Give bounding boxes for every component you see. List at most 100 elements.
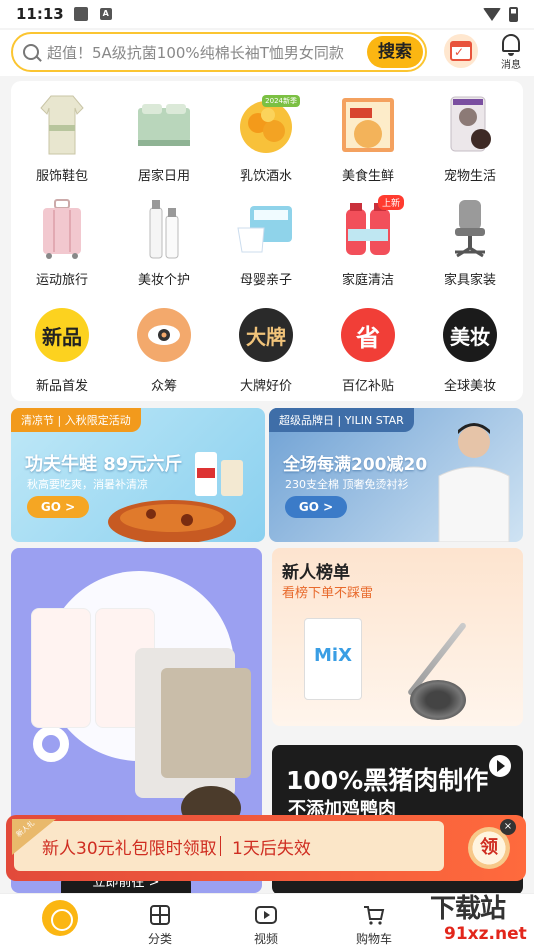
nav-label: 分类 — [147, 932, 172, 946]
search-button[interactable]: 搜索 — [367, 36, 423, 68]
category-item-cleaning[interactable]: 上新 家庭清洁 — [317, 195, 419, 288]
can-image — [195, 452, 243, 496]
category-label: 母婴亲子 — [239, 273, 292, 288]
search-row: 超值！5A级抗菌100%纯棉长袖T恤男女同款 搜索 消息 — [0, 30, 534, 76]
category-item-baby[interactable]: 母婴亲子 — [215, 197, 317, 288]
banner-go-button[interactable]: GO > — [285, 496, 347, 518]
category-grid: 服饰鞋包 居家日用 2024新季 乳饮酒水 美食生鲜 宠物生活 运动旅行 美妆个… — [11, 81, 523, 401]
suitcase-icon — [32, 197, 92, 261]
bedding-icon — [134, 93, 194, 157]
new-user-coupon-bar[interactable]: 新人礼 新人30元礼包限时领取 1天后失效 领 × — [6, 815, 526, 881]
notification-square-icon — [73, 7, 88, 21]
category-item-big-brand[interactable]: 大牌 大牌好价 — [215, 303, 317, 394]
divider — [220, 836, 221, 856]
category-item-food[interactable]: 美食生鲜 — [317, 93, 419, 184]
category-item-subsidy[interactable]: 省 百亿补贴 — [317, 303, 419, 394]
message-button[interactable]: 消息 — [496, 32, 526, 71]
new-tag: 上新 — [377, 195, 404, 210]
category-item-new-products[interactable]: 新品 新品首发 — [11, 303, 113, 394]
category-item-pet[interactable]: 宠物生活 — [419, 93, 521, 184]
category-item-home[interactable]: 居家日用 — [113, 93, 215, 184]
category-label: 居家日用 — [137, 169, 190, 184]
cleaning-icon: 上新 — [338, 195, 404, 261]
category-label: 美妆个护 — [137, 273, 190, 288]
category-item-global-beauty[interactable]: 美妆 全球美妆 — [419, 303, 521, 394]
chair-icon — [440, 197, 500, 261]
category-item-clothing[interactable]: 服饰鞋包 — [11, 93, 113, 184]
category-label: 百亿补贴 — [341, 379, 394, 394]
pet-food-icon — [440, 93, 500, 157]
search-icon — [23, 44, 39, 60]
subsidy-icon: 省 — [341, 308, 395, 362]
decor-ring — [33, 726, 69, 762]
banner-subtitle: 秋高要吃爽，消暑补清凉 — [27, 478, 148, 491]
nav-label: 购物车 — [355, 932, 392, 946]
nav-video[interactable]: 视频 — [226, 900, 306, 947]
diaper-icon — [236, 197, 296, 261]
banner-frog-promo[interactable]: 清凉节 | 入秋限定活动 功夫牛蛙 89元六斤 秋高要吃爽，消暑补清凉 GO > — [11, 408, 265, 542]
close-icon[interactable]: × — [500, 819, 516, 835]
category-label: 众筹 — [150, 379, 177, 394]
new-user-ranking[interactable]: 新人榜单 看榜下单不踩雷 MiX — [272, 548, 523, 726]
new-product-icon: 新品 — [35, 308, 89, 362]
category-item-beauty-care[interactable]: 美妆个护 — [113, 197, 215, 288]
category-label: 乳饮酒水 — [239, 169, 292, 184]
category-item-furniture[interactable]: 家具家装 — [419, 197, 521, 288]
category-item-sports[interactable]: 运动旅行 — [11, 197, 113, 288]
banner-title: 功夫牛蛙 89元六斤 — [25, 454, 183, 475]
nav-cart[interactable]: 购物车 — [334, 900, 414, 947]
cart-icon — [364, 906, 385, 925]
big-brand-icon: 大牌 — [239, 308, 293, 362]
video-icon — [255, 906, 277, 924]
cosmetics-icon — [134, 197, 194, 261]
watermark-logo: 下载站 91xz.net — [430, 888, 534, 950]
battery-icon — [509, 6, 518, 22]
season-tag: 2024新季 — [262, 95, 300, 107]
watermark-title: 下载站 — [430, 894, 506, 924]
search-placeholder: 超值！5A级抗菌100%纯棉长袖T恤男女同款 — [47, 43, 344, 62]
banner-tag: 清凉节 | 入秋限定活动 — [11, 408, 141, 432]
category-item-drinks[interactable]: 2024新季 乳饮酒水 — [215, 93, 317, 184]
crowdfund-icon — [137, 308, 191, 362]
nav-category[interactable]: 分类 — [120, 900, 200, 947]
ranking-subtitle: 看榜下单不踩雷 — [282, 586, 374, 601]
category-item-crowdfund[interactable]: 众筹 — [113, 303, 215, 394]
category-label: 运动旅行 — [35, 273, 88, 288]
product-bag-1 — [31, 608, 91, 728]
ranking-title: 新人榜单 — [282, 563, 350, 583]
calendar-checkin-icon[interactable] — [444, 34, 478, 68]
category-label: 新品首发 — [35, 379, 88, 394]
category-label: 服饰鞋包 — [35, 169, 88, 184]
notification-a-icon: A — [99, 8, 112, 20]
global-beauty-icon: 美妆 — [443, 308, 497, 362]
watermark-url: 91xz.net — [444, 924, 527, 944]
wifi-icon — [483, 7, 501, 21]
banner-go-button[interactable]: GO > — [27, 496, 89, 518]
category-icon — [150, 905, 170, 925]
status-bar: 11:13 A — [0, 0, 534, 28]
model-image — [438, 423, 510, 542]
category-label: 家具家装 — [443, 273, 496, 288]
pork-title: 100%黑猪肉制作 — [286, 766, 489, 795]
banner-tag: 超级品牌日 | YILIN STAR — [269, 408, 414, 432]
nav-label: 视频 — [253, 932, 278, 946]
food-icon — [338, 93, 398, 157]
nav-home[interactable] — [20, 900, 100, 936]
mop-head — [410, 680, 466, 720]
fruit-icon: 2024新季 — [236, 93, 300, 157]
category-label: 大牌好价 — [239, 379, 292, 394]
bell-icon — [502, 34, 520, 56]
status-time: 11:13 — [16, 5, 64, 23]
message-label: 消息 — [501, 60, 521, 71]
category-label: 宠物生活 — [443, 169, 496, 184]
category-label: 美食生鲜 — [341, 169, 394, 184]
banner-brand-day[interactable]: 超级品牌日 | YILIN STAR 全场每满200减20 230支全棉 顶奢免… — [269, 408, 523, 542]
coupon-expire: 1天后失效 — [232, 839, 311, 859]
category-label: 家庭清洁 — [341, 273, 394, 288]
home-icon — [42, 900, 78, 936]
search-input[interactable]: 超值！5A级抗菌100%纯棉长袖T恤男女同款 搜索 — [11, 32, 427, 72]
banner-subtitle: 230支全棉 顶奢免烫衬衫 — [285, 478, 409, 491]
banner-title: 全场每满200减20 — [283, 455, 428, 475]
clothing-icon — [32, 93, 92, 157]
play-icon[interactable] — [489, 755, 511, 777]
